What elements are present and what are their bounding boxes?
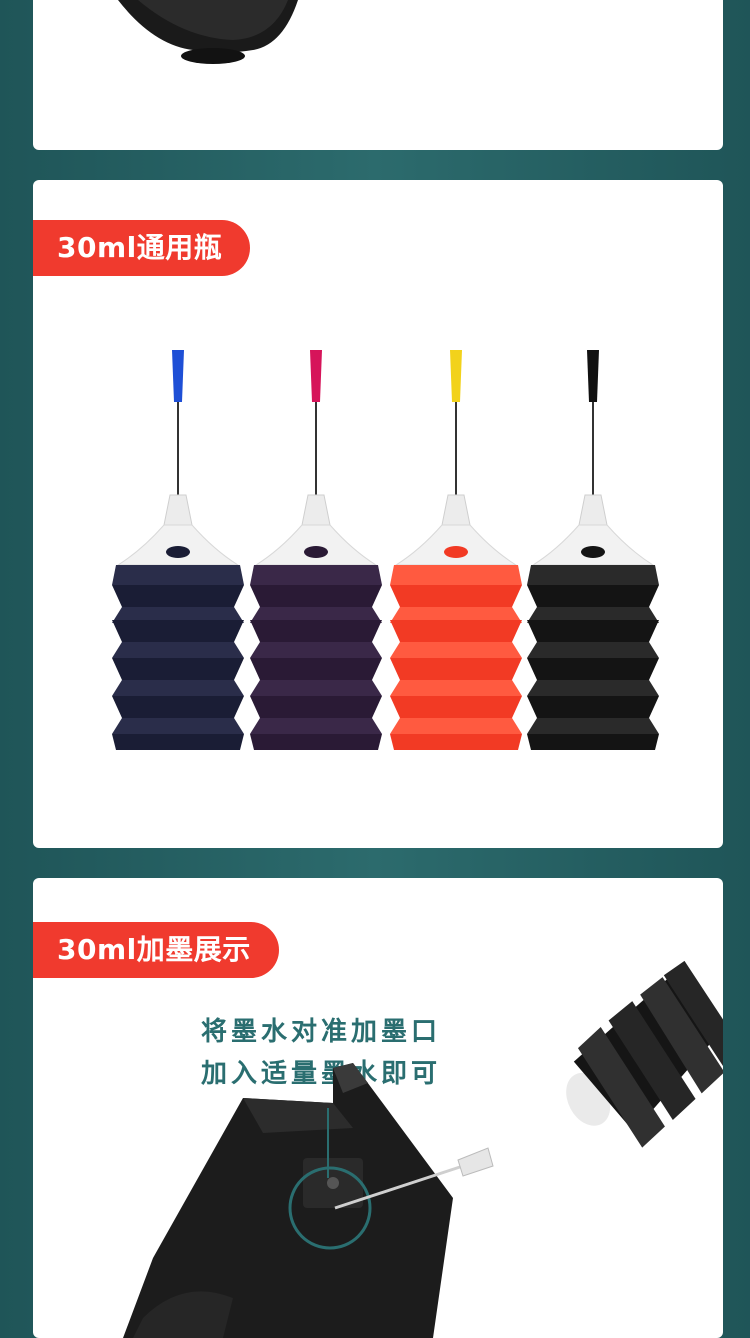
black-ink-bottle [566,960,723,1148]
ink-bottle-cyan [112,350,244,750]
cartridge [123,1063,453,1338]
ink-bottle-magenta [250,350,382,750]
universal-bottle-card: 30ml通用瓶 [33,180,723,848]
bottle-bottom-card [33,0,723,150]
refill-demo-card: 30ml加墨展示 将墨水对准加墨口 加入适量墨水即可 [33,878,723,1338]
ink-bottle-black [527,350,659,750]
ink-bottle-yellow [390,350,522,750]
ink-bottles-image [112,350,659,750]
bottle-bottom-image [118,0,298,64]
refill-demo-image [123,960,723,1338]
